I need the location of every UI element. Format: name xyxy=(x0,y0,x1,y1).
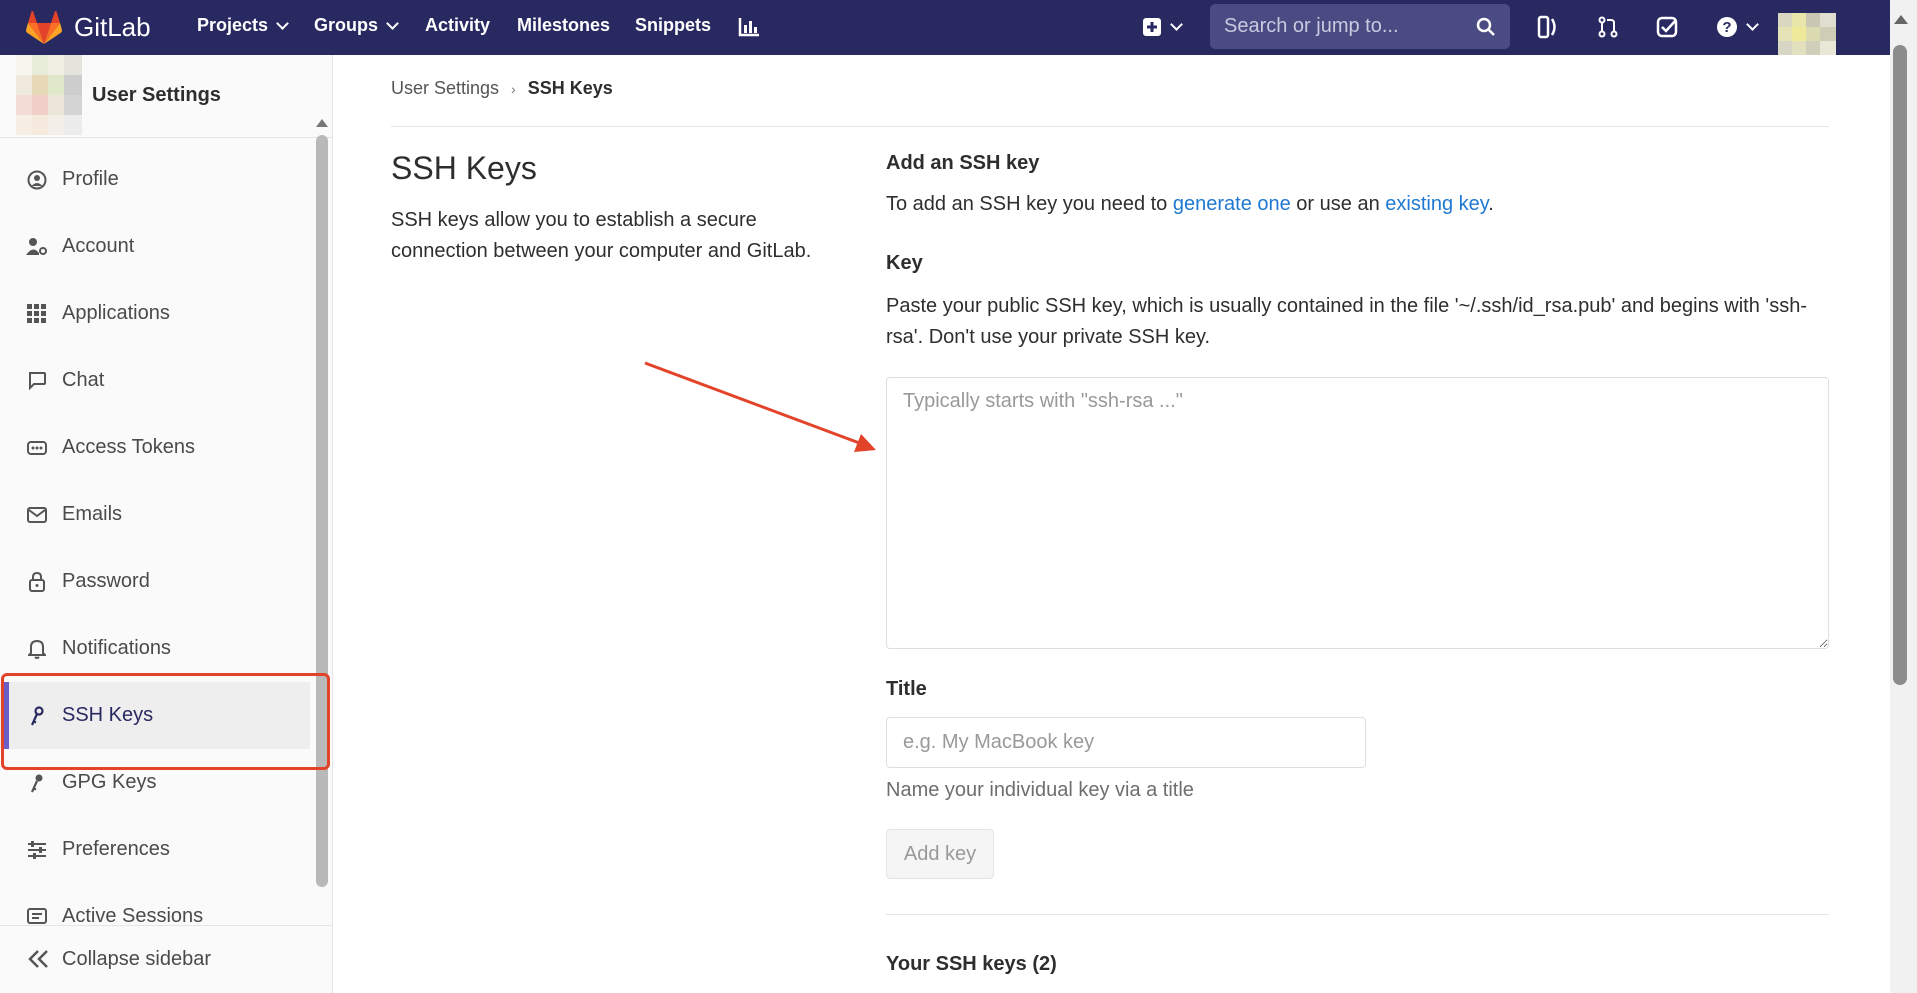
tanuki-icon xyxy=(26,10,62,44)
sidebar-item-label: Password xyxy=(62,570,150,592)
collapse-sidebar-button[interactable]: Collapse sidebar xyxy=(0,925,332,993)
sidebar-title: User Settings xyxy=(92,83,221,106)
annotation-arrow xyxy=(644,361,876,452)
sidebar-item-label: Chat xyxy=(62,369,105,391)
key-help-text: Paste your public SSH key, which is usua… xyxy=(886,295,1808,348)
applications-icon xyxy=(26,303,48,325)
sidebar-divider xyxy=(0,137,332,138)
todo-icon[interactable] xyxy=(1654,12,1680,42)
sidebar-header[interactable]: User Settings xyxy=(16,55,221,135)
mail-icon xyxy=(26,504,48,526)
search-placeholder: Search or jump to... xyxy=(1224,15,1399,37)
chart-icon[interactable] xyxy=(737,12,761,42)
page-scrollbar-thumb[interactable] xyxy=(1893,45,1907,685)
key-label: Key xyxy=(886,252,923,274)
chevron-down-icon xyxy=(276,16,289,30)
profile-icon xyxy=(26,169,48,191)
plus-square-icon xyxy=(1142,18,1161,36)
sidebar-item-label: Applications xyxy=(62,302,170,324)
brand-name: GitLab xyxy=(74,12,151,42)
nav-milestones-label: Milestones xyxy=(517,15,611,35)
breadcrumb: User Settings › SSH Keys xyxy=(391,78,613,99)
title-help-text: Name your individual key via a title xyxy=(886,779,1194,801)
user-avatar xyxy=(16,55,82,135)
sidebar-item-preferences[interactable]: Preferences xyxy=(0,816,310,883)
sidebar-item-label: Notifications xyxy=(62,637,171,659)
nav-snippets[interactable]: Snippets xyxy=(635,15,711,36)
sidebar-item-label: Profile xyxy=(62,168,119,190)
sidebar-item-chat[interactable]: Chat xyxy=(0,347,310,414)
sidebar-item-notifications[interactable]: Notifications xyxy=(0,615,310,682)
add-key-intro: To add an SSH key you need to generate o… xyxy=(886,193,1494,216)
chevron-down-icon xyxy=(386,16,399,30)
form-divider xyxy=(886,914,1829,915)
nav-activity-label: Activity xyxy=(425,15,491,35)
new-dropdown-button[interactable] xyxy=(1138,12,1184,42)
search-icon xyxy=(1476,17,1495,36)
your-ssh-keys-heading: Your SSH keys (2) xyxy=(886,953,1057,975)
double-chevron-left-icon xyxy=(28,944,50,976)
token-icon xyxy=(26,437,48,459)
search-box[interactable]: Search or jump to... xyxy=(1210,4,1510,49)
settings-sidebar: User Settings Profile Account Applicatio… xyxy=(0,55,333,993)
nav-projects-label: Projects xyxy=(197,15,269,35)
intro-text: . xyxy=(1488,193,1494,215)
ssh-key-textarea[interactable] xyxy=(886,377,1829,649)
nav-milestones[interactable]: Milestones xyxy=(517,15,610,36)
collapse-sidebar-label: Collapse sidebar xyxy=(62,948,211,970)
svg-text:?: ? xyxy=(1722,19,1731,36)
sidebar-item-applications[interactable]: Applications xyxy=(0,280,310,347)
nav-groups[interactable]: Groups xyxy=(314,15,399,36)
add-ssh-key-heading: Add an SSH key xyxy=(886,152,1040,174)
account-icon xyxy=(26,236,48,258)
key-icon xyxy=(26,772,48,794)
chevron-down-icon xyxy=(1745,18,1759,31)
sidebar-item-profile[interactable]: Profile xyxy=(0,146,310,213)
nav-groups-label: Groups xyxy=(314,15,379,35)
breadcrumb-divider xyxy=(391,126,1829,127)
intro-text: or use an xyxy=(1290,193,1386,215)
nav-projects[interactable]: Projects xyxy=(197,15,289,36)
chevron-right-icon: › xyxy=(511,80,516,97)
user-avatar[interactable] xyxy=(1778,13,1836,55)
existing-key-link[interactable]: existing key xyxy=(1385,193,1488,215)
sidebar-item-account[interactable]: Account xyxy=(0,213,310,280)
page-description: SSH keys allow you to establish a secure… xyxy=(391,209,812,262)
preferences-icon xyxy=(26,839,48,861)
sidebar-item-emails[interactable]: Emails xyxy=(0,481,310,548)
chat-icon xyxy=(26,370,48,392)
sidebar-item-password[interactable]: Password xyxy=(0,548,310,615)
sidebar-item-label: Emails xyxy=(62,503,123,525)
nav-snippets-label: Snippets xyxy=(635,15,712,35)
add-key-button[interactable]: Add key xyxy=(886,829,994,879)
sidebar-item-label: Account xyxy=(62,235,135,257)
sidebar-scroll-up-arrow[interactable] xyxy=(316,119,328,127)
bell-icon xyxy=(26,638,48,660)
breadcrumb-parent-link[interactable]: User Settings xyxy=(391,78,499,99)
nav-activity[interactable]: Activity xyxy=(425,15,490,36)
breadcrumb-current[interactable]: SSH Keys xyxy=(528,78,613,99)
intro-text: To add an SSH key you need to xyxy=(886,193,1173,215)
page-title: SSH Keys xyxy=(391,150,537,186)
page-scroll-up-arrow[interactable] xyxy=(1894,15,1908,24)
sidebar-item-label: GPG Keys xyxy=(62,771,157,793)
annotation-highlight-box xyxy=(1,673,330,770)
title-label: Title xyxy=(886,678,927,700)
top-navbar: GitLab Projects Groups Activity Mileston… xyxy=(0,0,1890,55)
lock-icon xyxy=(26,571,48,593)
sidebar-item-label: Preferences xyxy=(62,838,170,860)
merge-request-icon[interactable] xyxy=(1595,12,1621,42)
help-icon: ? xyxy=(1716,17,1737,37)
issues-icon[interactable] xyxy=(1535,12,1561,42)
sidebar-item-access-tokens[interactable]: Access Tokens xyxy=(0,414,310,481)
key-title-input[interactable] xyxy=(886,717,1366,768)
help-dropdown-button[interactable]: ? xyxy=(1712,12,1760,42)
chevron-down-icon xyxy=(1169,18,1183,31)
sidebar-item-label: Access Tokens xyxy=(62,436,196,458)
generate-one-link[interactable]: generate one xyxy=(1173,193,1291,215)
gitlab-logo[interactable]: GitLab xyxy=(26,10,151,45)
sidebar-scrollbar[interactable] xyxy=(316,135,328,887)
